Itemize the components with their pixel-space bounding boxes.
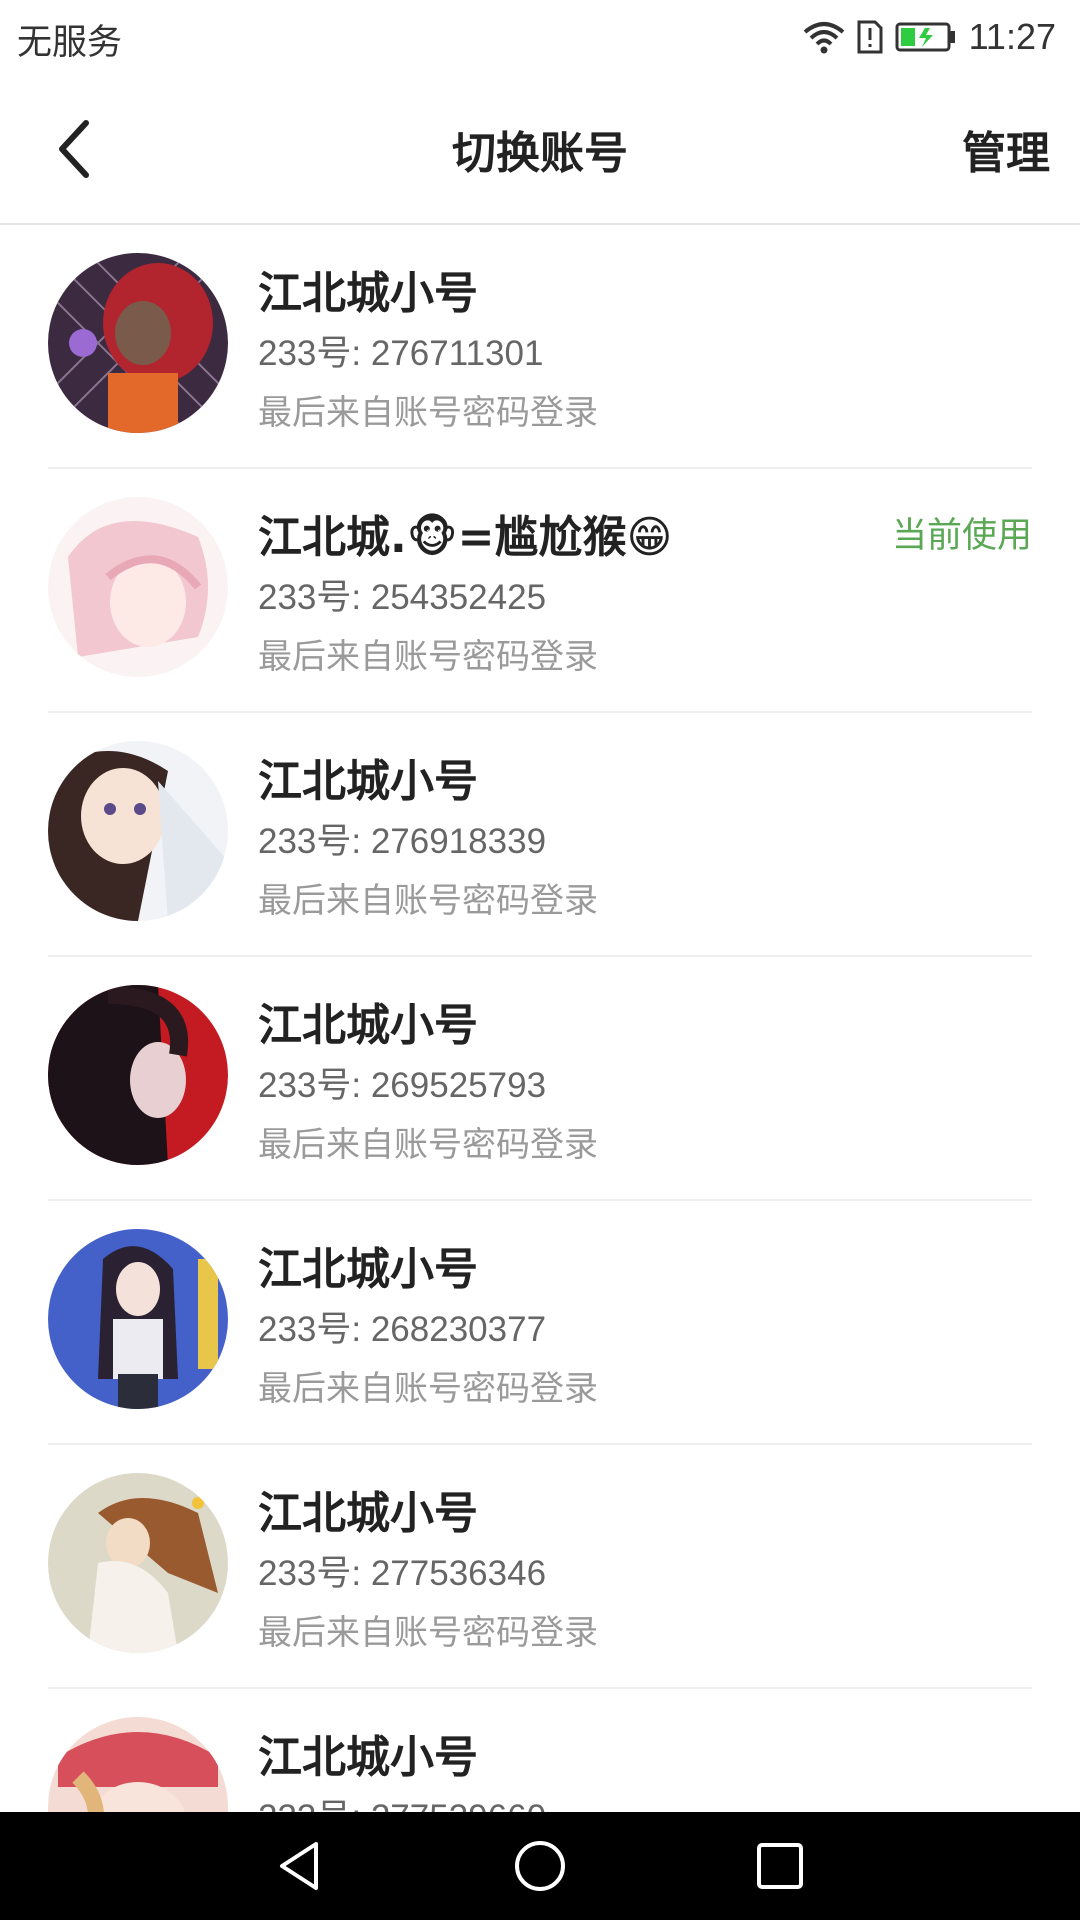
clock: 11:27 xyxy=(968,16,1056,57)
account-id: 233号: 268230377 xyxy=(258,1310,547,1349)
account-row[interactable]: 江北城小号 233号: 276918339 最后来自账号密码登录 xyxy=(48,713,1032,957)
account-name: 江北城小号 xyxy=(258,268,478,319)
avatar xyxy=(48,497,228,677)
account-row[interactable]: 江北城小号 233号: 277539660 xyxy=(48,1689,1032,1812)
nav-home-icon xyxy=(515,1841,565,1891)
wifi-icon xyxy=(803,22,844,54)
avatar xyxy=(48,253,228,433)
login-method: 最后来自账号密码登录 xyxy=(258,1613,598,1653)
account-row[interactable]: 江北城小号 233号: 276711301 最后来自账号密码登录 xyxy=(48,225,1032,469)
sim-alert-icon xyxy=(857,20,883,54)
account-name: 江北城小号 xyxy=(258,1732,478,1783)
account-name: 江北城.🐵=尴尬猴😁 xyxy=(258,512,673,563)
account-name: 江北城小号 xyxy=(258,1488,478,1539)
nav-back-icon xyxy=(280,1842,318,1890)
account-id: 233号: 276918339 xyxy=(258,822,547,861)
login-method: 最后来自账号密码登录 xyxy=(258,393,598,433)
avatar xyxy=(48,1473,228,1653)
login-method: 最后来自账号密码登录 xyxy=(258,637,598,677)
account-row[interactable]: 江北城.🐵=尴尬猴😁 233号: 254352425 最后来自账号密码登录 当前… xyxy=(48,469,1032,713)
account-id: 233号: 276711301 xyxy=(258,334,544,373)
account-row[interactable]: 江北城小号 233号: 277536346 最后来自账号密码登录 xyxy=(48,1445,1032,1689)
account-id: 233号: 269525793 xyxy=(258,1066,547,1105)
account-name: 江北城小号 xyxy=(258,756,478,807)
avatar xyxy=(48,1717,228,1812)
account-id: 233号: 277536346 xyxy=(258,1554,547,1593)
status-bar: 无服务 11:27 xyxy=(0,0,1080,75)
account-name: 江北城小号 xyxy=(258,1000,478,1051)
nav-recents-icon xyxy=(757,1843,803,1889)
login-method: 最后来自账号密码登录 xyxy=(258,1369,598,1409)
avatar xyxy=(48,985,228,1165)
account-name: 江北城小号 xyxy=(258,1244,478,1295)
nav-recents-button[interactable] xyxy=(750,1836,810,1896)
manage-button[interactable]: 管理 xyxy=(962,117,1050,181)
current-badge: 当前使用 xyxy=(891,516,1032,556)
avatar xyxy=(48,1229,228,1409)
page-title: 切换账号 xyxy=(452,128,628,179)
avatar xyxy=(48,741,228,921)
account-id: 233号: 254352425 xyxy=(258,578,547,617)
status-icons: 11:27 xyxy=(803,12,1056,62)
nav-back-button[interactable] xyxy=(270,1836,330,1896)
carrier-label: 无服务 xyxy=(17,23,123,63)
account-row[interactable]: 江北城小号 233号: 269525793 最后来自账号密码登录 xyxy=(48,957,1032,1201)
login-method: 最后来自账号密码登录 xyxy=(258,1125,598,1165)
nav-home-button[interactable] xyxy=(510,1836,570,1896)
account-row[interactable]: 江北城小号 233号: 268230377 最后来自账号密码登录 xyxy=(48,1201,1032,1445)
login-method: 最后来自账号密码登录 xyxy=(258,881,598,921)
app-header: 切换账号 管理 xyxy=(0,75,1080,225)
account-list: 江北城小号 233号: 276711301 最后来自账号密码登录 江北城.🐵=尴… xyxy=(0,225,1080,1812)
navigation-bar xyxy=(0,1812,1080,1920)
account-id: 233号: 277539660 xyxy=(258,1789,546,1812)
battery-icon xyxy=(895,22,955,52)
